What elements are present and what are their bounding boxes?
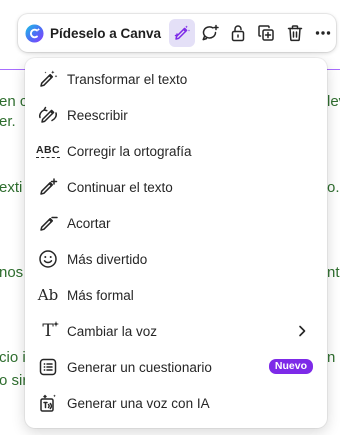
sparkle-icon [53,321,59,327]
smiley-icon [37,248,59,270]
background-text: o sir [0,372,28,389]
trash-icon [287,25,302,42]
menu-item-label: Acortar [67,215,111,231]
menu-item-label: Transformar el texto [67,71,188,87]
formal-icon-text: Ab [37,286,59,304]
floating-toolbar: Pídeselo a Canva [18,14,336,52]
duplicate-button[interactable] [253,19,279,47]
formal-text-icon: Ab [37,284,59,306]
background-text: exti [0,179,23,196]
menu-item-shorten[interactable]: Acortar [25,205,327,241]
duplicate-icon [258,25,275,41]
background-text: o. [327,179,340,196]
menu-item-transform-text[interactable]: Transformar el texto [25,61,327,97]
menu-item-ai-voice[interactable]: Generar una voz con IA [25,385,327,421]
menu-item-label: Generar un cuestionario [67,359,212,375]
voice-icon-text: T [42,321,54,341]
menu-item-label: Corregir la ortografía [67,143,192,159]
lock-icon [231,25,245,42]
menu-item-generate-quiz[interactable]: Generar un cuestionario Nuevo [25,349,327,385]
menu-item-label: Reescribir [67,107,128,123]
background-text: lev [327,93,340,110]
menu-item-spellcheck[interactable]: ABC Corregir la ortografía [25,133,327,169]
menu-item-label: Cambiar la voz [67,323,158,339]
menu-item-label: Más divertido [67,251,148,267]
ask-canva-label: Pídeselo a Canva [50,25,162,41]
menu-item-label: Generar una voz con IA [67,395,210,411]
menu-item-label: Continuar el texto [67,179,173,195]
delete-button[interactable] [281,19,307,47]
comment-add-icon [202,24,219,41]
menu-item-more-fun[interactable]: Más divertido [25,241,327,277]
lock-button[interactable] [225,19,251,47]
ai-voice-icon [37,392,59,414]
background-text: nte [327,264,340,281]
background-text: cio i [0,349,26,366]
magic-pen-icon [174,25,190,40]
quiz-list-icon [37,356,59,378]
menu-item-label: Más formal [67,287,134,303]
magic-write-button[interactable] [168,19,195,47]
new-badge: Nuevo [268,359,313,374]
menu-item-change-voice[interactable]: T Cambiar la voz [25,313,327,349]
continue-pen-icon [37,176,59,198]
menu-item-continue-text[interactable]: Continuar el texto [25,169,327,205]
ask-canva-button[interactable]: Pídeselo a Canva [18,18,161,48]
background-text: er. [0,113,16,130]
magic-write-menu: Transformar el texto Reescribir ABC Corr… [25,58,327,428]
spellcheck-icon: ABC [36,140,60,162]
spellcheck-icon-text: ABC [36,143,60,158]
magic-pen-sparkle-icon [37,68,59,90]
voice-text-icon: T [37,320,59,342]
more-options-button[interactable] [310,19,336,47]
background-text: n [327,349,336,366]
chevron-right-icon [299,325,306,337]
menu-item-more-formal[interactable]: Ab Más formal [25,277,327,313]
shorten-pen-icon [37,212,59,234]
canva-ai-logo-icon [25,23,44,43]
add-comment-button[interactable] [197,19,223,47]
rewrite-pen-icon [37,104,59,126]
background-text: nos [0,264,24,281]
background-text: en c [0,93,28,110]
more-icon [315,31,330,35]
menu-item-rewrite[interactable]: Reescribir [25,97,327,133]
